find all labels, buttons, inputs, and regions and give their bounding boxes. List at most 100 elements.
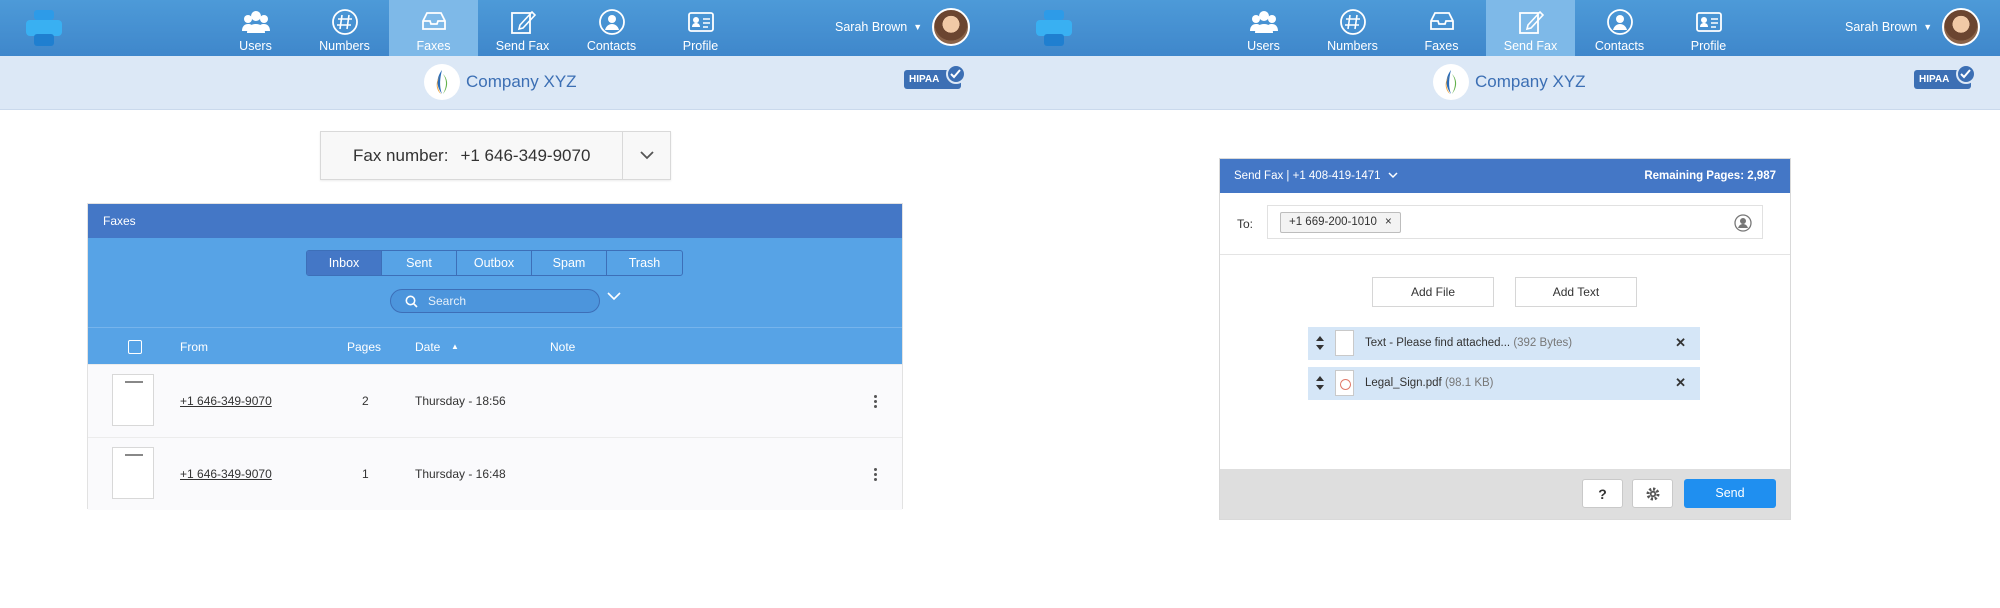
inbox-icon [421, 12, 446, 30]
tab-inbox[interactable]: Inbox [307, 251, 382, 275]
users-icon [241, 11, 270, 33]
faxes-screen: Users Numbers Faxes Send Fax Contacts Pr… [0, 0, 1010, 608]
chevron-down-icon [1388, 172, 1398, 179]
send-fax-header: Send Fax | +1 408-419-1471 Remaining Pag… [1220, 159, 1790, 193]
add-text-button[interactable]: Add Text [1515, 277, 1637, 307]
recipient-number: +1 669-200-1010 [1289, 216, 1377, 228]
check-icon [1956, 64, 1977, 84]
fax-number-dropdown-button[interactable] [622, 132, 670, 179]
send-fax-footer: ? Send [1220, 469, 1790, 519]
send-fax-screen: Users Numbers Faxes Send Fax Contacts Pr… [1010, 0, 2000, 608]
add-file-button[interactable]: Add File [1372, 277, 1494, 307]
column-date[interactable]: Date [415, 340, 440, 354]
nav-contacts[interactable]: Contacts [567, 0, 656, 56]
panel-title: Faxes [88, 204, 902, 238]
nav-faxes[interactable]: Faxes [1397, 0, 1486, 56]
user-menu[interactable]: Sarah Brown ▼ [835, 8, 971, 46]
table-row[interactable]: +1 646-349-9070 1 Thursday - 16:48 [88, 437, 902, 510]
sort-asc-icon: ▲ [451, 342, 459, 351]
drag-handle-icon[interactable] [1316, 336, 1324, 350]
help-button[interactable]: ? [1582, 479, 1623, 508]
tab-trash[interactable]: Trash [607, 251, 682, 275]
gear-icon [1646, 487, 1659, 500]
hipaa-badge: HIPAA [1914, 64, 1977, 89]
hash-icon [331, 9, 358, 35]
contact-picker-icon[interactable] [1734, 214, 1752, 232]
edit-icon [1518, 10, 1544, 34]
attachment-name: Text - Please find attached... (392 Byte… [1365, 337, 1572, 349]
attachment-item: Text - Please find attached... (392 Byte… [1308, 327, 1700, 360]
user-name: Sarah Brown [835, 20, 908, 34]
attachment-size: (392 Bytes) [1513, 337, 1573, 349]
nav-numbers[interactable]: Numbers [300, 0, 389, 56]
nav-label: Users [239, 39, 272, 53]
chevron-down-icon [639, 151, 654, 160]
filter-chevron-down-icon[interactable] [607, 292, 621, 301]
nav-users[interactable]: Users [211, 0, 300, 56]
remove-attachment-icon[interactable]: ✕ [1675, 375, 1686, 391]
company-brand: Company XYZ [1433, 64, 1586, 100]
nav-label: Users [1247, 39, 1280, 53]
nav-label: Numbers [319, 39, 370, 53]
more-options-icon[interactable] [874, 395, 878, 410]
nav-numbers[interactable]: Numbers [1308, 0, 1397, 56]
row-from-link[interactable]: +1 646-349-9070 [180, 394, 272, 408]
company-bar: Company XYZ HIPAA [0, 56, 1010, 110]
tab-outbox[interactable]: Outbox [457, 251, 532, 275]
table-row[interactable]: +1 646-349-9070 2 Thursday - 18:56 [88, 364, 902, 437]
app-logo-icon [1036, 10, 1072, 46]
nav-users[interactable]: Users [1219, 0, 1308, 56]
attachment-size: (98.1 KB) [1444, 377, 1494, 389]
tab-sent[interactable]: Sent [382, 251, 457, 275]
remove-recipient-icon[interactable]: × [1385, 216, 1392, 228]
sender-number-selector[interactable]: Send Fax | +1 408-419-1471 [1234, 159, 1398, 193]
hipaa-label: HIPAA [1919, 74, 1950, 85]
nav-label: Numbers [1327, 39, 1378, 53]
nav-faxes[interactable]: Faxes [389, 0, 478, 56]
user-menu[interactable]: Sarah Brown ▼ [1845, 8, 1981, 46]
remove-attachment-icon[interactable]: ✕ [1675, 335, 1686, 351]
caret-down-icon: ▼ [913, 22, 923, 32]
row-date: Thursday - 16:48 [415, 467, 506, 481]
column-from[interactable]: From [180, 340, 208, 354]
drag-handle-icon[interactable] [1316, 376, 1324, 390]
nav-label: Faxes [1424, 39, 1459, 53]
company-bar: Company XYZ HIPAA [1010, 56, 2000, 110]
pdf-icon [1335, 370, 1354, 396]
top-navigation-bar: Users Numbers Faxes Send Fax Contacts Pr… [0, 0, 1010, 56]
column-note[interactable]: Note [550, 340, 575, 354]
nav-profile[interactable]: Profile [656, 0, 745, 56]
more-options-icon[interactable] [874, 468, 878, 483]
document-icon [1335, 330, 1354, 356]
nav-send-fax[interactable]: Send Fax [478, 0, 567, 56]
remaining-pages: Remaining Pages: 2,987 [1644, 170, 1776, 182]
nav-send-fax[interactable]: Send Fax [1486, 0, 1575, 56]
fax-number-label: Fax number: [353, 145, 449, 165]
recipient-chip[interactable]: +1 669-200-1010 × [1280, 212, 1401, 233]
fax-thumbnail[interactable] [112, 374, 154, 426]
nav-profile[interactable]: Profile [1664, 0, 1753, 56]
row-date: Thursday - 18:56 [415, 394, 506, 408]
column-pages[interactable]: Pages [347, 340, 381, 354]
attachment-name: Legal_Sign.pdf (98.1 KB) [1365, 377, 1494, 389]
id-card-icon [687, 12, 714, 32]
search-placeholder: Search [428, 294, 467, 308]
tab-spam[interactable]: Spam [532, 251, 607, 275]
fax-thumbnail[interactable] [112, 447, 154, 499]
fax-number-selector[interactable]: Fax number: +1 646-349-9070 [320, 131, 671, 180]
search-input[interactable]: Search [390, 289, 600, 313]
select-all-checkbox[interactable] [128, 340, 142, 354]
nav-contacts[interactable]: Contacts [1575, 0, 1664, 56]
company-name: Company XYZ [466, 72, 577, 91]
user-name: Sarah Brown [1845, 20, 1918, 34]
row-from-link[interactable]: +1 646-349-9070 [180, 467, 272, 481]
settings-button[interactable] [1632, 479, 1673, 508]
send-button[interactable]: Send [1684, 479, 1776, 508]
recipient-input[interactable]: +1 669-200-1010 × [1267, 205, 1763, 239]
folder-tabs: Inbox Sent Outbox Spam Trash [306, 250, 683, 276]
attachment-item: Legal_Sign.pdf (98.1 KB) ✕ [1308, 367, 1700, 400]
nav-label: Faxes [416, 39, 451, 53]
hipaa-label: HIPAA [909, 74, 940, 85]
row-pages: 1 [362, 467, 369, 481]
company-brand: Company XYZ [424, 64, 577, 100]
